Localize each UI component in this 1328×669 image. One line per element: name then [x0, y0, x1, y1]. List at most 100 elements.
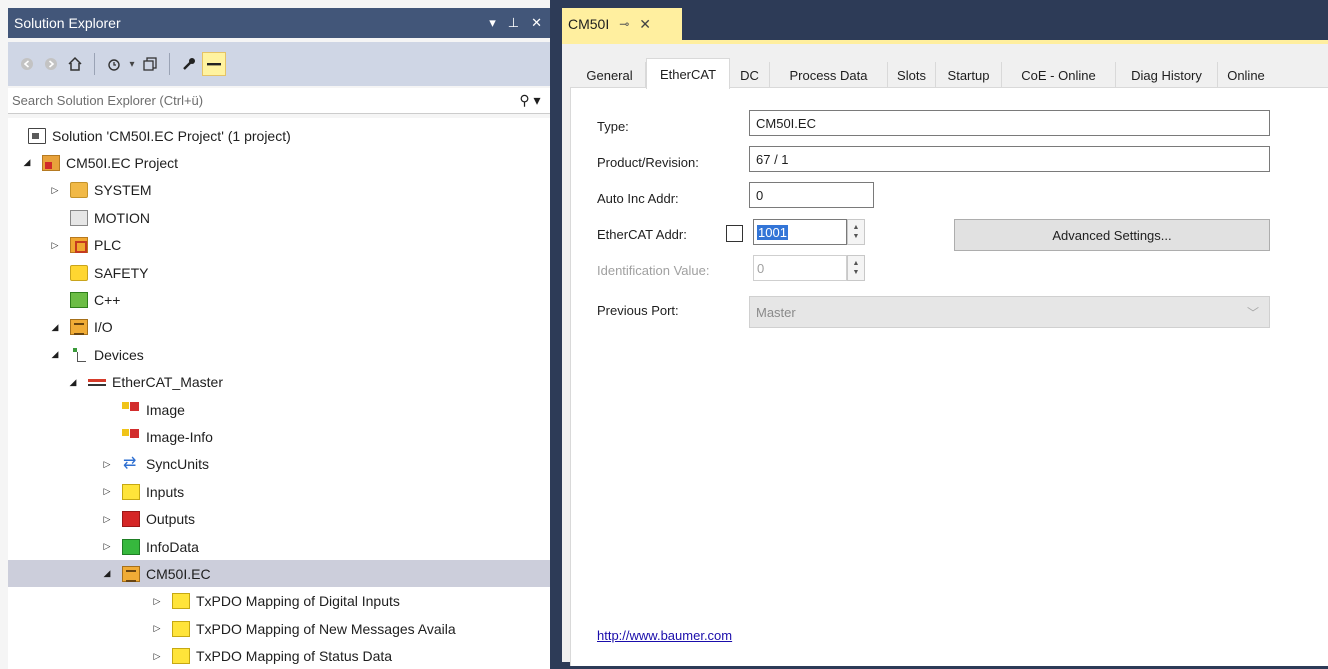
tree-item[interactable]: ◢ CM50I.EC Project	[8, 149, 550, 176]
tree-item-label: CM50I.EC	[146, 565, 211, 582]
tab-general[interactable]: General	[574, 62, 646, 88]
toolbar-separator	[169, 53, 170, 75]
expand-arrow-icon[interactable]: ▷	[150, 623, 164, 634]
tree-item[interactable]: C++	[8, 286, 550, 313]
ethercat-addr-checkbox[interactable]	[726, 225, 743, 242]
previous-port-select: Master ﹀	[749, 296, 1270, 328]
collapse-arrow-icon[interactable]: ◢	[20, 157, 34, 168]
tree-item[interactable]: Image	[8, 396, 550, 423]
product-revision-field[interactable]: 67 / 1	[749, 146, 1270, 172]
close-tab-icon[interactable]: ✕	[639, 16, 651, 33]
ethercat-addr-field[interactable]: 1001	[753, 219, 847, 245]
tab-coe-online[interactable]: CoE - Online	[1002, 62, 1116, 88]
auto-inc-addr-label: Auto Inc Addr:	[597, 191, 679, 206]
tree-item[interactable]: ◢ I/O	[8, 314, 550, 341]
tab-process-data[interactable]: Process Data	[770, 62, 888, 88]
product-revision-label: Product/Revision:	[597, 155, 699, 170]
collapse-arrow-icon[interactable]: ◢	[48, 349, 62, 360]
expand-arrow-icon[interactable]: ▷	[150, 596, 164, 607]
tree-item[interactable]: ▷ Outputs	[8, 506, 550, 533]
tab-diag-history[interactable]: Diag History	[1116, 62, 1218, 88]
collapse-arrow-icon[interactable]: ◢	[48, 322, 62, 333]
tree-item-label: TxPDO Mapping of Digital Inputs	[196, 593, 400, 610]
ethercat-settings-panel: Type: CM50I.EC Product/Revision: 67 / 1 …	[570, 88, 1328, 666]
document-tab-cm50i[interactable]: CM50I ⊸ ✕	[562, 8, 682, 40]
tree-item[interactable]: ◢ Devices	[8, 341, 550, 368]
preview-icon[interactable]	[202, 52, 226, 76]
system-icon	[70, 182, 88, 199]
pin-tab-icon[interactable]: ⊸	[619, 17, 629, 31]
tree-item[interactable]: ▷ SYSTEM	[8, 177, 550, 204]
tree-item-label: Image-Info	[146, 428, 213, 445]
document-area: CM50I ⊸ ✕ General EtherCAT DC Process Da…	[556, 0, 1328, 669]
expand-arrow-icon[interactable]: ▷	[100, 459, 114, 470]
cpp-icon	[70, 291, 88, 308]
tab-slots[interactable]: Slots	[888, 62, 936, 88]
tree-item-label: SYSTEM	[94, 182, 152, 199]
solution-explorer-titlebar: Solution Explorer ▾ ⊥ ✕	[8, 8, 550, 38]
expand-arrow-icon[interactable]: ▷	[100, 486, 114, 497]
pdo-icon	[172, 593, 190, 610]
tree-item[interactable]: ◢ EtherCAT_Master	[8, 369, 550, 396]
solution-icon	[28, 127, 46, 144]
tree-item[interactable]: ▷ TxPDO Mapping of Status Data	[8, 643, 550, 669]
solution-explorer-search[interactable]: Search Solution Explorer (Ctrl+ü) ⚲ ▾	[8, 88, 550, 114]
tree-item[interactable]: ◢ CM50I.EC	[8, 560, 550, 588]
back-icon[interactable]	[16, 53, 38, 75]
tab-online[interactable]: Online	[1218, 62, 1274, 88]
property-tabs: General EtherCAT DC Process Data Slots S…	[570, 58, 1328, 89]
expand-arrow-icon[interactable]: ▷	[48, 185, 62, 196]
properties-icon[interactable]	[178, 53, 200, 75]
tab-ethercat[interactable]: EtherCAT	[646, 58, 730, 89]
toolbar-separator	[94, 53, 95, 75]
advanced-settings-button[interactable]: Advanced Settings...	[954, 219, 1270, 251]
ethercat-master-icon	[88, 374, 106, 390]
tree-item[interactable]: MOTION	[8, 204, 550, 231]
previous-port-label: Previous Port:	[597, 303, 679, 318]
search-icon[interactable]: ⚲ ▾	[510, 92, 550, 109]
syncunits-icon	[122, 453, 140, 473]
tab-startup[interactable]: Startup	[936, 62, 1002, 88]
tree-item-label: Outputs	[146, 511, 196, 528]
infodata-icon	[122, 538, 140, 555]
image-info-icon	[122, 428, 140, 445]
history-icon[interactable]	[103, 53, 125, 75]
tree-item-label: C++	[94, 291, 121, 308]
tree-item[interactable]: ▷ Inputs	[8, 478, 550, 505]
tree-item-label: EtherCAT_Master	[112, 374, 223, 391]
expand-arrow-icon[interactable]: ▷	[48, 240, 62, 251]
tree-item[interactable]: ▷ InfoData	[8, 533, 550, 560]
motion-icon	[70, 209, 88, 226]
expand-arrow-icon[interactable]: ▷	[100, 514, 114, 525]
pin-icon[interactable]: ⊥	[508, 15, 519, 31]
tab-dc[interactable]: DC	[730, 62, 770, 88]
close-icon[interactable]: ✕	[531, 15, 542, 31]
tree-item[interactable]: SAFETY	[8, 259, 550, 286]
expand-arrow-icon[interactable]: ▷	[100, 541, 114, 552]
chevron-down-icon: ﹀	[1246, 306, 1259, 320]
collapse-arrow-icon[interactable]: ◢	[100, 568, 114, 579]
baumer-link[interactable]: http://www.baumer.com	[597, 628, 732, 643]
type-label: Type:	[597, 119, 629, 134]
identification-value-spinner: ▲ ▼	[847, 255, 865, 281]
home-icon[interactable]	[64, 53, 86, 75]
dropdown-icon[interactable]: ▾	[127, 53, 137, 75]
window-position-dropdown-icon[interactable]: ▾	[489, 15, 496, 31]
ethercat-addr-spinner[interactable]: ▲ ▼	[847, 219, 865, 245]
type-field[interactable]: CM50I.EC	[749, 110, 1270, 136]
search-input[interactable]: Search Solution Explorer (Ctrl+ü)	[12, 93, 510, 108]
tree-item[interactable]: Solution 'CM50I.EC Project' (1 project)	[8, 122, 550, 149]
tree-item[interactable]: ▷ TxPDO Mapping of Digital Inputs	[8, 588, 550, 615]
solution-explorer-toolbar: ▾	[8, 42, 550, 86]
ethercat-addr-value: 1001	[757, 224, 788, 240]
tree-item[interactable]: Image-Info	[8, 423, 550, 450]
plc-icon	[70, 237, 88, 254]
tree-item[interactable]: ▷ TxPDO Mapping of New Messages Availa	[8, 615, 550, 642]
collapse-arrow-icon[interactable]: ◢	[66, 377, 80, 388]
sync-views-icon[interactable]	[139, 53, 161, 75]
auto-inc-addr-field[interactable]: 0	[749, 182, 874, 208]
tree-item[interactable]: ▷ SyncUnits	[8, 451, 550, 478]
expand-arrow-icon[interactable]: ▷	[150, 651, 164, 662]
tree-item[interactable]: ▷ PLC	[8, 232, 550, 259]
forward-icon[interactable]	[40, 53, 62, 75]
